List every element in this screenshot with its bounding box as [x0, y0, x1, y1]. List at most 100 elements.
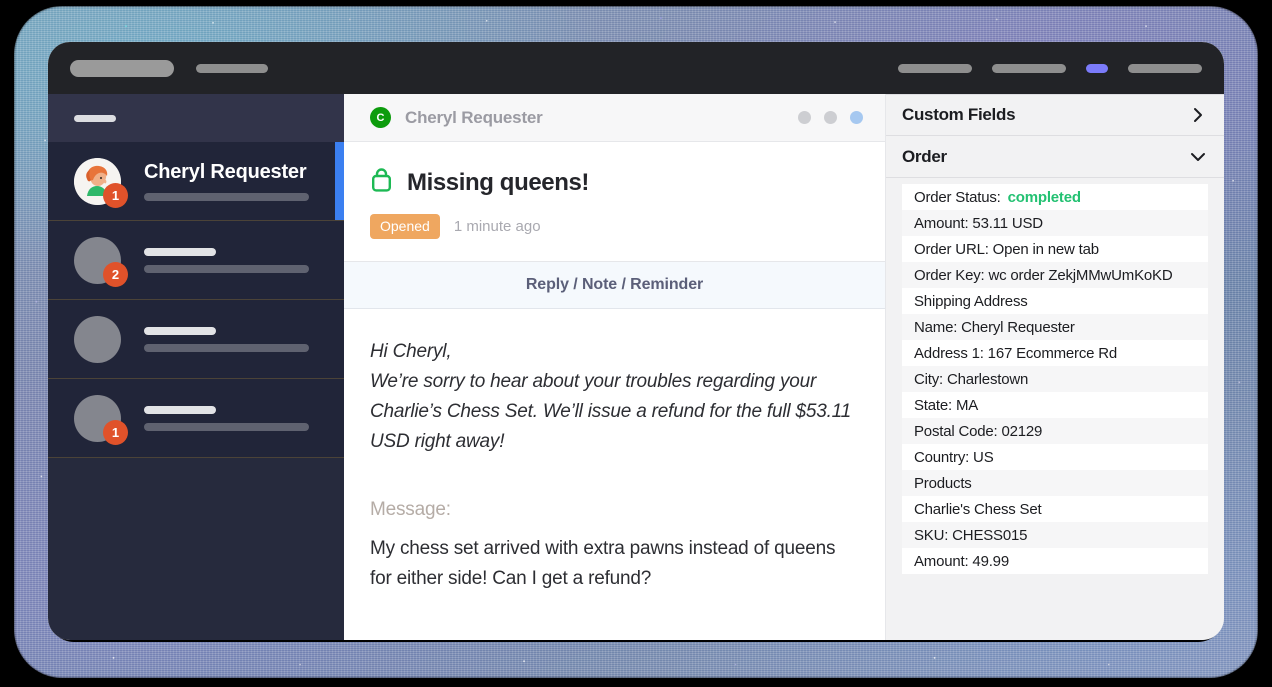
requester-name: Cheryl Requester	[405, 107, 543, 127]
nav-item-placeholder-3[interactable]	[992, 63, 1066, 73]
list-item[interactable]: 2	[48, 221, 344, 300]
chevron-right-icon[interactable]	[1190, 107, 1206, 123]
reply-action-bar[interactable]: Reply / Note / Reminder	[344, 262, 885, 309]
sidebar-header	[48, 94, 344, 142]
table-row: Shipping Address	[902, 288, 1208, 314]
order-status-value: completed	[1007, 188, 1081, 206]
customer-message-text: My chess set arrived with extra pawns in…	[370, 538, 836, 589]
field-label: Charlie's Chess Set	[914, 500, 1042, 518]
list-item-text	[144, 405, 344, 431]
requester-avatar: C	[370, 107, 391, 128]
screenshot-stage: 1 Cheryl Requester 2 1 C Cheryl Requeste…	[0, 0, 1272, 687]
field-label: Amount: 53.11 USD	[914, 214, 1043, 232]
ticket-header: Missing queens! Opened 1 minute ago	[344, 142, 885, 262]
list-item-preview-placeholder	[144, 422, 309, 431]
list-item-name-placeholder	[144, 405, 216, 414]
field-label: Name: Cheryl Requester	[914, 318, 1075, 336]
placeholder-avatar-icon	[74, 315, 121, 363]
section-order[interactable]: Order	[886, 136, 1224, 178]
avatar	[74, 315, 121, 363]
unread-badge: 2	[103, 261, 128, 287]
table-row: SKU: CHESS015	[902, 522, 1208, 548]
field-label: Amount: 49.99	[914, 552, 1009, 570]
reply-note-reminder-label: Reply / Note / Reminder	[525, 276, 704, 293]
conversation-header: C Cheryl Requester	[344, 94, 885, 142]
field-label: Order Key: wc order ZekjMMwUmKoKD	[914, 266, 1173, 284]
order-fields-list: Order Status: completed Amount: 53.11 US…	[886, 178, 1224, 640]
status-dot-2[interactable]	[824, 111, 837, 124]
nav-item-placeholder-accent[interactable]	[1086, 63, 1108, 73]
list-item-label: Cheryl Requester	[144, 161, 307, 183]
field-label: Order URL: Open in new tab	[914, 240, 1099, 258]
active-conversation-indicator	[335, 142, 344, 220]
nav-item-placeholder-1[interactable]	[196, 63, 268, 73]
list-item[interactable]: 1	[48, 379, 344, 458]
nav-item-placeholder-4[interactable]	[1128, 63, 1202, 73]
field-label: Address 1: 167 Ecommerce Rd	[914, 344, 1118, 362]
agent-reply-text: Hi Cheryl, We’re sorry to hear about you…	[370, 337, 859, 457]
table-row: City: Charlestown	[902, 366, 1208, 392]
sidebar-search-placeholder[interactable]	[74, 114, 116, 122]
list-item-text	[144, 326, 344, 352]
avatar: 1	[74, 394, 128, 445]
table-row: Products	[902, 470, 1208, 496]
list-item-name-placeholder	[144, 326, 216, 335]
app-logo[interactable]	[70, 59, 174, 77]
table-row: Name: Cheryl Requester	[902, 314, 1208, 340]
top-navigation-bar	[48, 42, 1224, 94]
list-item[interactable]	[48, 300, 344, 379]
list-item-text: Cheryl Requester	[144, 161, 344, 201]
unread-badge: 1	[103, 182, 128, 208]
conversation-sidebar: 1 Cheryl Requester 2 1	[48, 94, 344, 640]
status-dot-3[interactable]	[850, 111, 863, 124]
ticket-timestamp: 1 minute ago	[453, 218, 541, 235]
list-item-preview-placeholder	[144, 193, 309, 201]
table-row: Order Key: wc order ZekjMMwUmKoKD	[902, 262, 1208, 288]
agent-reply-line-2: We’re sorry to hear about your troubles …	[370, 371, 852, 453]
conversation-list: 1 Cheryl Requester 2 1	[48, 142, 344, 640]
table-row: Address 1: 167 Ecommerce Rd	[902, 340, 1208, 366]
table-row[interactable]: Order URL: Open in new tab	[902, 236, 1208, 262]
top-nav-right-group	[898, 63, 1202, 73]
unread-badge: 1	[103, 419, 128, 445]
avatar: 1	[74, 157, 128, 208]
message-label: Message:	[370, 499, 451, 521]
table-row: Postal Code: 02129	[902, 418, 1208, 444]
field-label: Shipping Address	[914, 292, 1028, 310]
table-row: Charlie's Chess Set	[902, 496, 1208, 522]
field-label: Products	[914, 474, 972, 492]
table-row: Amount: 53.11 USD	[902, 210, 1208, 236]
section-custom-fields[interactable]: Custom Fields	[886, 94, 1224, 136]
conversation-pane: C Cheryl Requester Missing queens! Opene…	[344, 94, 886, 640]
table-row: Order Status: completed	[902, 184, 1208, 210]
field-label: SKU: CHESS015	[914, 526, 1028, 544]
ticket-meta: Opened 1 minute ago	[370, 214, 859, 239]
ticket-title-row: Missing queens!	[370, 168, 859, 198]
window-body: 1 Cheryl Requester 2 1 C Cheryl Requeste…	[48, 94, 1224, 640]
status-dot-1[interactable]	[798, 111, 811, 124]
details-panel: Custom Fields Order Order Status: comple…	[886, 94, 1224, 640]
agent-reply-line-1: Hi Cheryl,	[370, 341, 452, 362]
table-row: State: MA	[902, 392, 1208, 418]
field-label: City: Charlestown	[914, 370, 1029, 388]
list-item-name-placeholder	[144, 247, 216, 256]
list-item-text	[144, 247, 344, 273]
section-title: Custom Fields	[902, 105, 1016, 124]
section-title: Order	[902, 146, 947, 166]
field-label: Order Status:	[914, 188, 1001, 206]
message-area: Hi Cheryl, We’re sorry to hear about you…	[344, 309, 885, 640]
table-row: Country: US	[902, 444, 1208, 470]
chevron-down-icon[interactable]	[1190, 149, 1206, 165]
field-label: Postal Code: 02129	[914, 422, 1043, 440]
list-item-preview-placeholder	[144, 343, 309, 352]
app-window: 1 Cheryl Requester 2 1 C Cheryl Requeste…	[48, 42, 1224, 640]
field-label: State: MA	[914, 396, 979, 414]
nav-item-placeholder-2[interactable]	[898, 63, 972, 73]
field-label: Country: US	[914, 448, 994, 466]
status-badge: Opened	[370, 214, 440, 239]
list-item-preview-placeholder	[144, 264, 309, 273]
page-title: Missing queens!	[407, 169, 590, 196]
table-row: Amount: 49.99	[902, 548, 1208, 574]
shopping-bag-icon	[370, 168, 393, 198]
list-item[interactable]: 1 Cheryl Requester	[48, 142, 344, 221]
